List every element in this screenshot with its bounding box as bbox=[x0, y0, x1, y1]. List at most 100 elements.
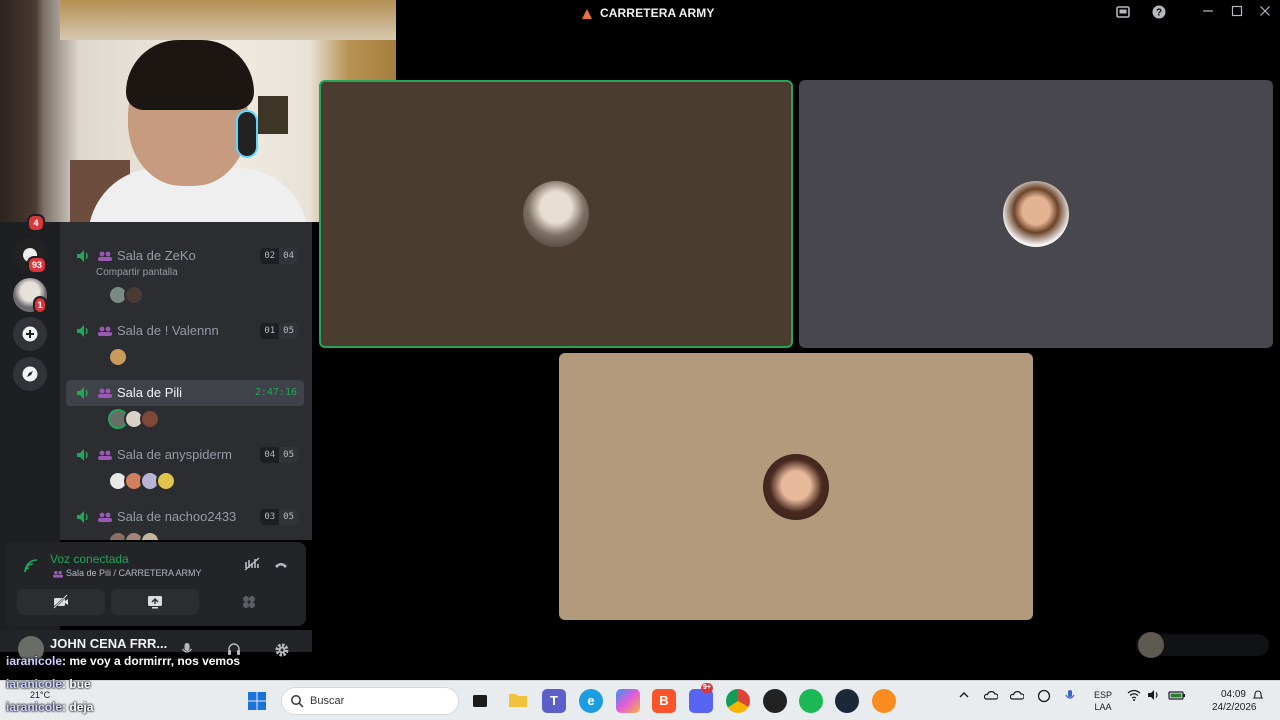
server-logo-icon bbox=[582, 9, 592, 19]
chat-text: : me voy a dormirrr, nos vemos bbox=[62, 654, 241, 668]
keyboard-layout: LAA bbox=[1094, 702, 1112, 712]
chat-message: iaranicole: me voy a dormirrr, nos vemos bbox=[6, 654, 240, 668]
server-badge: 1 bbox=[33, 296, 47, 314]
obs-app[interactable] bbox=[763, 689, 787, 713]
avatar[interactable] bbox=[108, 347, 128, 367]
onedrive-icon[interactable] bbox=[983, 689, 999, 704]
group-icon bbox=[53, 570, 63, 578]
brave-app[interactable]: B bbox=[652, 689, 676, 713]
voice-channel-timer: 2:47:16 bbox=[254, 387, 297, 398]
settings-gear-icon[interactable] bbox=[274, 642, 290, 661]
avatar[interactable] bbox=[140, 531, 160, 540]
server-icon[interactable]: 1 bbox=[13, 278, 47, 314]
group-icon bbox=[98, 450, 112, 460]
discord-badge: 9+ bbox=[701, 683, 713, 693]
voice-channel[interactable]: Sala de anyspiderm 04 05 bbox=[66, 442, 304, 468]
chrome-app[interactable] bbox=[726, 689, 750, 713]
screen-share-button[interactable] bbox=[111, 589, 199, 615]
notifications-icon[interactable] bbox=[1252, 689, 1264, 704]
voice-status[interactable]: Voz conectada bbox=[50, 552, 129, 566]
noise-suppression-icon[interactable] bbox=[243, 556, 261, 574]
volume-icon[interactable] bbox=[1147, 689, 1161, 704]
task-view-button[interactable] bbox=[468, 689, 492, 713]
server-icon[interactable]: 93 bbox=[13, 238, 47, 274]
teams-app[interactable]: T bbox=[542, 689, 566, 713]
video-toggle-button[interactable] bbox=[17, 589, 105, 615]
group-icon bbox=[98, 326, 112, 336]
group-icon bbox=[98, 251, 112, 261]
search-icon bbox=[291, 695, 304, 708]
spotify-app[interactable] bbox=[799, 689, 823, 713]
clock-time: 04:09 bbox=[1220, 689, 1246, 700]
edge-app[interactable]: e bbox=[579, 689, 603, 713]
copilot-app[interactable] bbox=[616, 689, 640, 713]
chat-text: : bue bbox=[62, 677, 91, 691]
screen-share-icon bbox=[148, 596, 162, 609]
svg-text:?: ? bbox=[1156, 8, 1162, 19]
headset-icon bbox=[236, 110, 258, 158]
activities-button[interactable] bbox=[205, 589, 293, 615]
wifi-icon[interactable] bbox=[1127, 689, 1141, 704]
server-icon[interactable]: 4 bbox=[13, 214, 47, 232]
search-placeholder: Buscar bbox=[310, 695, 345, 707]
inbox-icon[interactable] bbox=[1115, 5, 1131, 21]
participant-avatar bbox=[523, 181, 589, 247]
video-tile-speaking[interactable] bbox=[319, 80, 793, 348]
chat-username: iaranicole bbox=[6, 700, 63, 714]
add-server-button[interactable] bbox=[13, 317, 47, 351]
speaker-icon bbox=[77, 325, 88, 337]
activities-icon bbox=[243, 596, 255, 608]
task-view-icon bbox=[473, 695, 487, 707]
file-explorer-app[interactable] bbox=[506, 689, 530, 713]
voice-channel[interactable]: Sala de ! Valennn 01 05 bbox=[66, 318, 304, 344]
steam-app[interactable] bbox=[835, 689, 859, 713]
group-icon bbox=[98, 512, 112, 522]
tray-chevron-icon[interactable] bbox=[958, 689, 970, 704]
voice-channel[interactable]: Sala de nachoo2433 03 05 bbox=[66, 504, 304, 530]
avatar[interactable] bbox=[156, 471, 176, 491]
signal-icon bbox=[24, 559, 38, 573]
minimize-icon[interactable] bbox=[1200, 5, 1216, 21]
clock[interactable]: 04:09 24/2/2026 bbox=[1212, 688, 1257, 714]
voice-channel-activity: Compartir pantalla bbox=[96, 267, 178, 278]
server-badge: 4 bbox=[27, 214, 45, 232]
start-button[interactable] bbox=[245, 689, 269, 713]
fl-studio-app[interactable] bbox=[872, 689, 896, 713]
video-tile[interactable] bbox=[559, 353, 1033, 620]
folder-icon bbox=[509, 694, 527, 707]
voice-channel-active[interactable]: Sala de Pili 2:47:16 bbox=[66, 380, 304, 406]
plus-icon bbox=[22, 326, 38, 342]
speaker-icon bbox=[77, 511, 88, 523]
weather-widget[interactable]: 21°C bbox=[30, 690, 50, 700]
taskbar-search[interactable]: Buscar bbox=[281, 687, 459, 715]
voice-connected-panel: Voz conectada Sala de Pili / CARRETERA A… bbox=[6, 542, 306, 626]
network-app-icon[interactable] bbox=[1037, 689, 1051, 706]
windows-icon bbox=[248, 692, 266, 710]
chat-message: iaranicole: deja bbox=[6, 700, 93, 714]
help-icon[interactable]: ? bbox=[1151, 5, 1167, 21]
video-tile[interactable] bbox=[799, 80, 1273, 348]
battery-icon[interactable] bbox=[1168, 689, 1186, 704]
voice-channel-name: Sala de nachoo2433 bbox=[117, 509, 237, 524]
voice-channel-members bbox=[108, 285, 144, 305]
avatar[interactable] bbox=[140, 409, 160, 429]
voice-location[interactable]: Sala de Pili / CARRETERA ARMY bbox=[66, 568, 202, 578]
close-icon[interactable] bbox=[1257, 5, 1273, 21]
avatar[interactable] bbox=[124, 285, 144, 305]
webcam-poster bbox=[258, 96, 288, 134]
maximize-icon[interactable] bbox=[1229, 5, 1245, 21]
discord-app[interactable]: 9+ bbox=[689, 683, 713, 713]
voice-channel-members bbox=[108, 471, 176, 491]
window-title: CARRETERA ARMY bbox=[600, 6, 715, 20]
cloud-sync-icon[interactable] bbox=[1009, 689, 1025, 704]
discover-button[interactable] bbox=[13, 357, 47, 391]
user-count: 03 05 bbox=[260, 509, 298, 525]
username[interactable]: JOHN CENA FRR... bbox=[50, 636, 167, 651]
disconnect-icon[interactable] bbox=[272, 556, 290, 574]
chat-text: : deja bbox=[62, 700, 94, 714]
voice-channel-members bbox=[108, 531, 160, 540]
taskbar: 21°C Buscar T e B 9+ ESP LAA 04:09 24/2/… bbox=[0, 680, 1280, 720]
microphone-tray-icon[interactable] bbox=[1064, 689, 1076, 706]
language-indicator[interactable]: ESP LAA bbox=[1094, 689, 1112, 713]
voice-channel[interactable]: Sala de ZeKo 02 04 bbox=[66, 243, 304, 269]
